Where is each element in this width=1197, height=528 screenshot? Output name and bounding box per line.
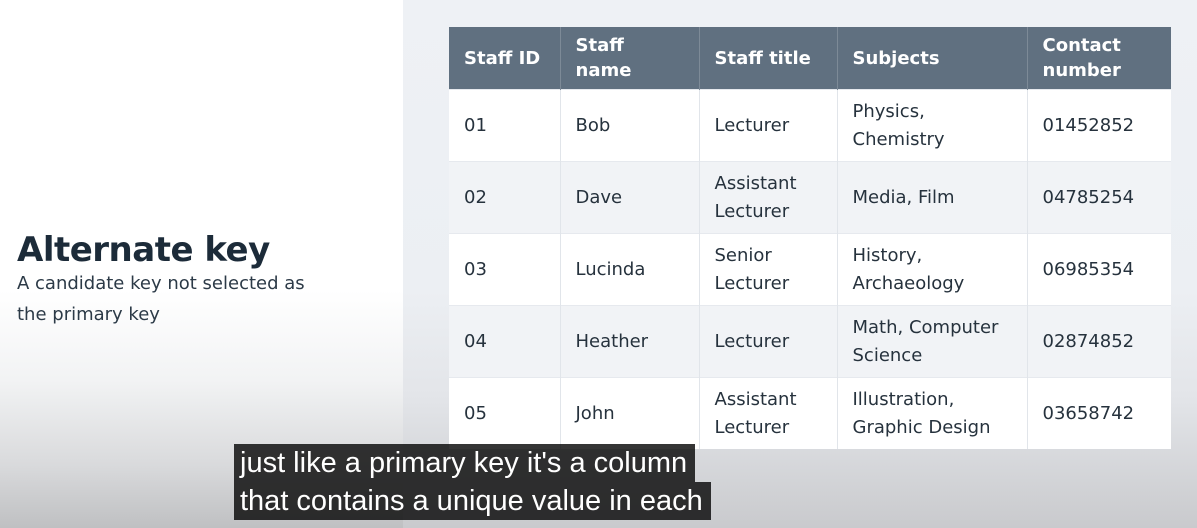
staff-table: Staff ID Staff name Staff title Subjects… <box>449 27 1171 449</box>
cell-staff-title: Senior Lecturer <box>699 233 838 306</box>
table-row: 04 Heather Lecturer Math, Computer Scien… <box>449 305 1171 378</box>
cell-staff-name: Lucinda <box>560 233 700 306</box>
slide-heading: Alternate key <box>17 230 270 270</box>
cell-subjects: History, Archaeology <box>837 233 1028 306</box>
cell-staff-id: 04 <box>449 305 561 378</box>
cell-subjects: Media, Film <box>837 161 1028 234</box>
cell-contact-number: 01452852 <box>1027 89 1171 162</box>
cell-staff-name: Bob <box>560 89 700 162</box>
table-row: 02 Dave Assistant Lecturer Media, Film 0… <box>449 161 1171 234</box>
header-staff-name: Staff name <box>560 27 700 90</box>
header-staff-id: Staff ID <box>449 27 561 90</box>
cell-subjects: Physics, Chemistry <box>837 89 1028 162</box>
cell-subjects: Illustration, Graphic Design <box>837 377 1028 449</box>
cell-staff-name: John <box>560 377 700 449</box>
header-staff-title: Staff title <box>699 27 838 90</box>
cell-contact-number: 02874852 <box>1027 305 1171 378</box>
table-row: 01 Bob Lecturer Physics, Chemistry 01452… <box>449 89 1171 162</box>
cell-staff-id: 02 <box>449 161 561 234</box>
table-header-row: Staff ID Staff name Staff title Subjects… <box>449 27 1171 90</box>
cell-contact-number: 03658742 <box>1027 377 1171 449</box>
cell-staff-id: 01 <box>449 89 561 162</box>
cell-staff-name: Heather <box>560 305 700 378</box>
header-subjects: Subjects <box>837 27 1028 90</box>
table-row: 03 Lucinda Senior Lecturer History, Arch… <box>449 233 1171 306</box>
table-row: 05 John Assistant Lecturer Illustration,… <box>449 377 1171 449</box>
cell-staff-title: Assistant Lecturer <box>699 161 838 234</box>
video-frame: Alternate key A candidate key not select… <box>0 0 1197 528</box>
cell-staff-title: Lecturer <box>699 89 838 162</box>
header-contact-number: Contact number <box>1027 27 1171 90</box>
cell-staff-title: Assistant Lecturer <box>699 377 838 449</box>
caption-line-1: just like a primary key it's a column <box>234 444 696 482</box>
cell-subjects: Math, Computer Science <box>837 305 1028 378</box>
subtitle-caption: just like a primary key it's a column th… <box>234 444 711 520</box>
cell-staff-name: Dave <box>560 161 700 234</box>
cell-contact-number: 04785254 <box>1027 161 1171 234</box>
cell-staff-id: 05 <box>449 377 561 449</box>
cell-contact-number: 06985354 <box>1027 233 1171 306</box>
staff-table-container: Staff ID Staff name Staff title Subjects… <box>449 27 1171 449</box>
cell-staff-title: Lecturer <box>699 305 838 378</box>
caption-line-2: that contains a unique value in each <box>234 482 711 520</box>
cell-staff-id: 03 <box>449 233 561 306</box>
slide-description: A candidate key not selected as the prim… <box>17 273 305 325</box>
